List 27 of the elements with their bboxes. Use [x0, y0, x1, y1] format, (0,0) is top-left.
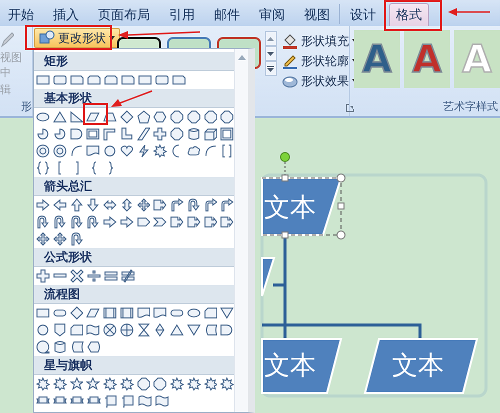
group-label: 形 [20, 99, 32, 114]
group-label: 艺术字样式 [443, 99, 498, 114]
ribbon-tab[interactable]: 设计 [344, 3, 382, 26]
shape-label: 文本 [264, 351, 316, 381]
section-header: 矩形 [34, 52, 234, 71]
section-header: 箭头总汇 [34, 177, 234, 196]
ribbon-tab[interactable]: 开始 [2, 3, 40, 26]
shape-command-button[interactable]: 形状轮廓 [282, 52, 358, 70]
button-label: 视图中 [0, 50, 23, 80]
ribbon-tab[interactable]: 引用 [163, 3, 201, 26]
wordart-style[interactable]: A [354, 30, 400, 88]
shape-label: 文本 [392, 351, 444, 381]
button-label: 辑 [0, 82, 11, 97]
section-header: 基本形状 [34, 89, 234, 108]
ribbon-tab[interactable]: 视图 [298, 3, 336, 26]
ribbon-tab[interactable]: 邮件 [208, 3, 246, 26]
section-header: 公式形状 [34, 248, 234, 267]
section-header: 星与旗帜 [34, 356, 234, 375]
shape-command-button[interactable]: 形状填充 [282, 32, 358, 50]
ribbon-tab[interactable]: 格式 [389, 3, 429, 26]
ribbon-tab[interactable]: 插入 [47, 3, 85, 26]
ribbon-tab[interactable]: 页面布局 [92, 3, 156, 26]
wordart-style[interactable]: A [404, 30, 450, 88]
shape-label: 文本 [264, 193, 316, 223]
change-shape-button[interactable]: 更改形状 [34, 28, 120, 48]
ribbon-tab[interactable]: 审阅 [253, 3, 291, 26]
section-header: 流程图 [34, 285, 234, 304]
